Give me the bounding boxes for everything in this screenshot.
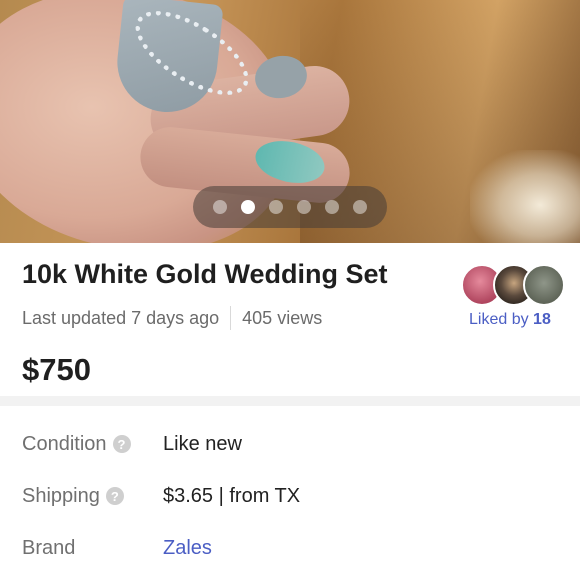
listing-title: 10k White Gold Wedding Set [22, 259, 388, 289]
brand-label-wrap: Brand [22, 537, 163, 560]
liked-by-count: 18 [533, 311, 551, 328]
brand-label: Brand [22, 536, 76, 559]
photo-light [470, 150, 580, 243]
carousel-dot[interactable] [353, 200, 367, 214]
listing-photo[interactable] [0, 0, 580, 243]
shipping-label-wrap: Shipping ? [22, 485, 163, 508]
last-updated-text: Last updated 7 days ago [22, 307, 220, 328]
brand-link[interactable]: Zales [163, 537, 212, 560]
condition-label-wrap: Condition ? [22, 433, 163, 456]
section-divider [0, 396, 580, 406]
carousel-indicator [193, 186, 387, 228]
listing-meta: Last updated 7 days ago 405 views [22, 306, 322, 330]
avatar[interactable] [523, 264, 565, 306]
meta-divider [230, 306, 232, 330]
carousel-dot[interactable] [325, 200, 339, 214]
liked-by-link[interactable]: Liked by 18 [469, 311, 551, 329]
detail-row-shipping: Shipping ? $3.65 | from TX [22, 481, 562, 511]
shipping-label: Shipping [22, 484, 100, 507]
detail-row-brand: Brand Zales [22, 533, 562, 563]
question-circle-icon[interactable]: ? [112, 435, 131, 453]
detail-row-condition: Condition ? Like new [22, 429, 562, 459]
carousel-dot[interactable] [297, 200, 311, 214]
carousel-dot[interactable] [213, 200, 227, 214]
shipping-value: $3.65 | from TX [163, 484, 301, 507]
carousel-dot[interactable] [269, 200, 283, 214]
listing-price: $750 [22, 352, 91, 387]
carousel-dot-active[interactable] [241, 200, 255, 214]
likers-avatars[interactable] [461, 264, 565, 306]
condition-label: Condition [22, 432, 107, 455]
views-count: 405 views [242, 307, 323, 328]
question-circle-icon[interactable]: ? [105, 487, 124, 505]
condition-value: Like new [163, 432, 242, 455]
liked-by-label: Liked by [469, 311, 529, 328]
